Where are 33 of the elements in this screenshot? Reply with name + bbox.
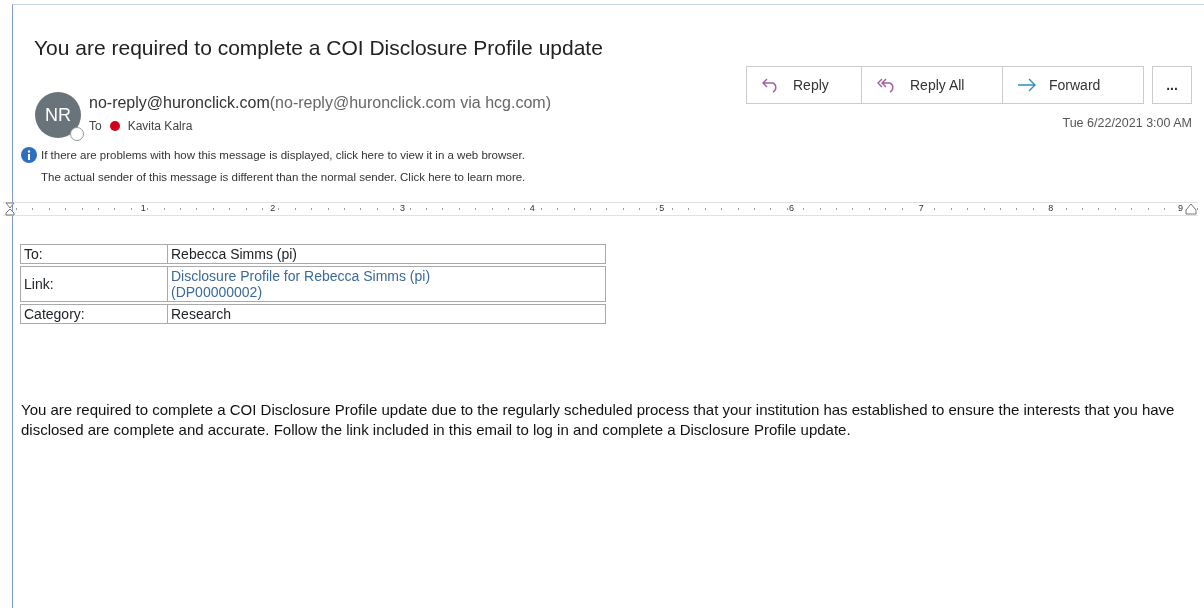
presence-icon [70,127,84,142]
ruler-number: 6 [788,203,796,214]
table-cell: Rebecca Simms (pi) [167,244,606,265]
ruler-number: 3 [399,203,406,214]
ruler-number: 7 [917,203,925,214]
arrow-right-icon [1017,78,1037,93]
table-cell: To: [20,244,167,265]
avatar-initials: NR [45,103,71,127]
indent-marker-icon [1184,202,1199,217]
ruler-number: 1 [139,203,147,214]
info-message[interactable]: The actual sender of this message is different than the normal sender. Click here to learn more. [41,166,526,189]
indent-marker-icon [3,202,17,217]
sender-detail: (no-reply@huronclick.com via hcg.com) [269,94,551,112]
ruler-number: 4 [528,203,536,214]
more-button[interactable]: ... [1152,66,1192,105]
table-cell: Research [167,304,606,325]
info-icon [21,147,37,164]
info-message[interactable]: If there are problems with how this message is displayed, click here to view it in a web browser. [41,144,525,167]
message-body: You are required to complete a COI Disclosure Profile update due to the regularly scheduled process that your institution has established to ensure the interests that you have disclosed are complete and accurate. Follow the link included in this email to log in and complete a Disclosure Profile update. [20,400,1176,441]
reply-all-button[interactable]: Reply All [862,66,1003,105]
sender-address: no-reply@huronclick.com [89,94,270,112]
reply-button[interactable]: Reply [746,66,862,105]
message-subject: You are required to complete a COI Disclosure Profile update [34,36,603,59]
table-cell: Category: [20,304,167,325]
to-label: To [89,118,102,136]
forward-button[interactable]: Forward [1003,66,1144,105]
message-date: Tue 6/22/2021 3:00 AM [1062,115,1192,133]
ruler-number: 8 [1047,203,1055,214]
table-cell: Link: [20,266,167,303]
ruler-number: 9 [1177,203,1185,214]
ruler-number: 5 [658,203,666,214]
ruler-number: 2 [269,203,277,214]
recipient-name[interactable]: Kavita Kalra [127,117,193,136]
